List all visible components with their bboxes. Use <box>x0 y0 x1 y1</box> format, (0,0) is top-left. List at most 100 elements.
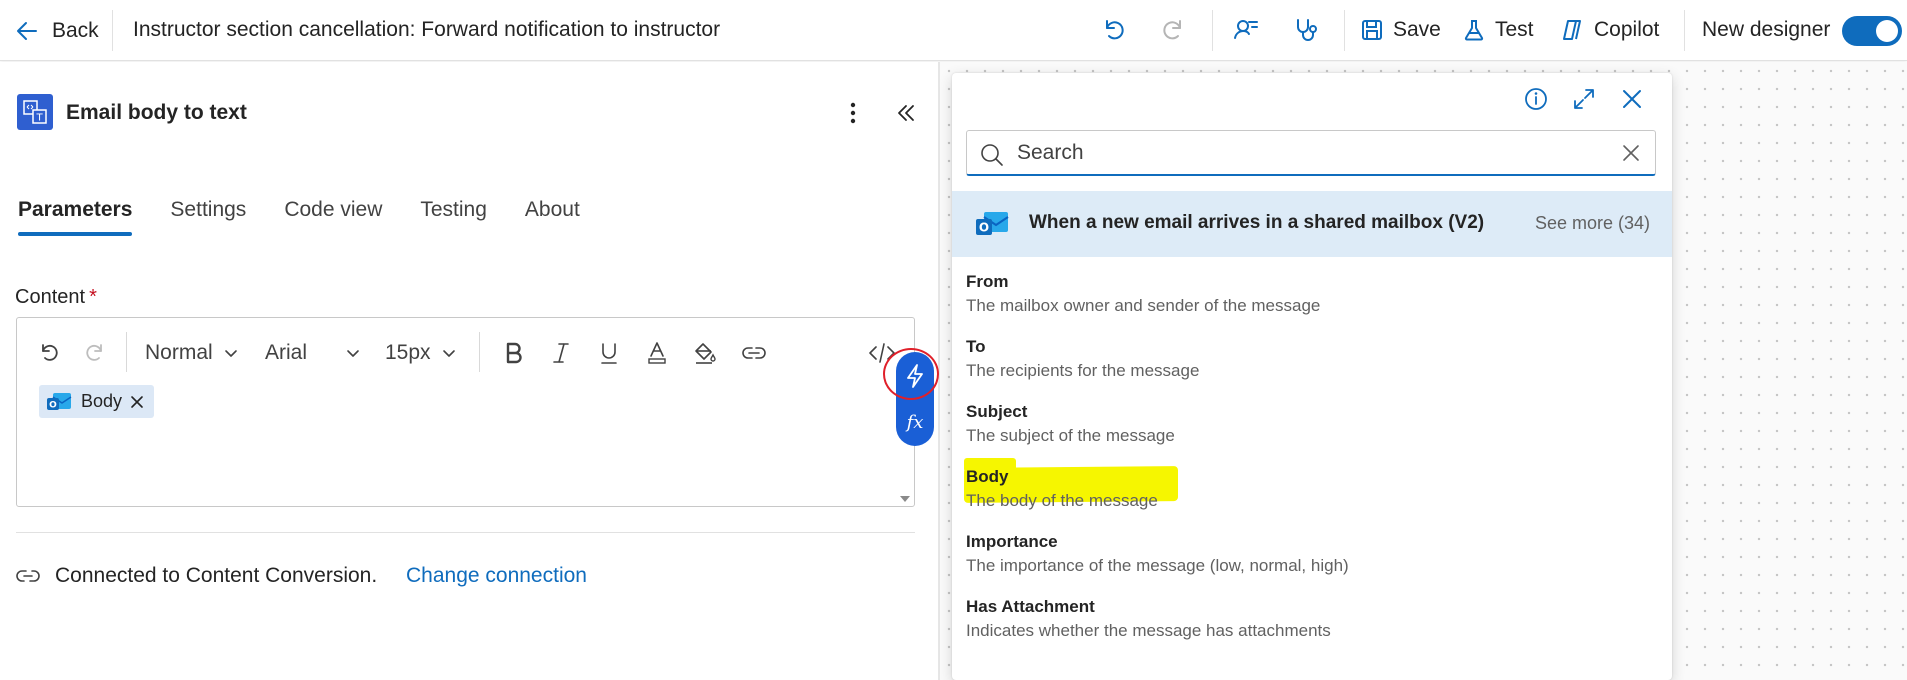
paint-bucket-icon <box>695 343 716 364</box>
search-box[interactable] <box>966 130 1656 176</box>
info-button[interactable] <box>1520 83 1552 115</box>
item-name: Importance <box>966 532 1058 551</box>
close-icon <box>1623 90 1641 108</box>
font-family-value: Arial <box>265 341 308 364</box>
expression-button[interactable]: fx <box>896 402 934 442</box>
divider <box>1684 10 1685 51</box>
item-description: The mailbox owner and sender of the mess… <box>966 296 1321 315</box>
undo-button[interactable] <box>1097 14 1129 46</box>
toggle-knob <box>1876 20 1898 42</box>
item-name: Subject <box>966 402 1028 421</box>
svg-text:T: T <box>35 113 43 124</box>
italic-button[interactable] <box>545 336 577 370</box>
link-icon <box>742 347 766 359</box>
item-name: Body <box>966 467 1009 486</box>
test-label: Test <box>1495 18 1534 41</box>
tab-parameters[interactable]: Parameters <box>18 198 133 236</box>
flow-checker-icon <box>1234 20 1258 39</box>
flask-icon <box>1464 20 1484 41</box>
save-icon <box>1362 20 1382 40</box>
close-icon <box>1623 145 1639 161</box>
redo-icon <box>1163 20 1181 40</box>
bold-button[interactable] <box>497 336 529 370</box>
toolbar-separator <box>479 332 480 372</box>
redo-button[interactable] <box>1158 14 1190 46</box>
outlook-icon: O <box>976 212 1009 235</box>
change-connection-link[interactable]: Change connection <box>406 564 587 588</box>
connection-icon <box>16 570 40 582</box>
underline-button[interactable] <box>593 336 625 370</box>
underline-icon <box>601 343 617 364</box>
search-input[interactable] <box>1017 139 1577 167</box>
dynamic-content-popup: O When a new email arrives in a shared m… <box>952 73 1672 680</box>
outlook-icon: O <box>47 392 72 410</box>
list-item-body[interactable]: Body The body of the message <box>966 463 1656 519</box>
item-description: The recipients for the message <box>966 361 1200 380</box>
content-conversion-icon: T <box>17 94 53 130</box>
expand-button[interactable] <box>1568 83 1600 115</box>
more-options-button[interactable] <box>838 98 868 128</box>
undo-icon <box>1106 20 1124 40</box>
list-item-to[interactable]: To The recipients for the message <box>966 333 1656 389</box>
list-item-subject[interactable]: Subject The subject of the message <box>966 398 1656 454</box>
tab-list: Parameters Settings Code view Testing Ab… <box>18 198 618 236</box>
required-mark: * <box>89 286 97 308</box>
insert-link-button[interactable] <box>737 336 771 370</box>
svg-text:fx: fx <box>905 412 924 433</box>
save-button[interactable]: Save <box>1360 14 1441 46</box>
token-label: Body <box>81 391 123 411</box>
tab-about[interactable]: About <box>525 198 580 236</box>
flow-checker-button[interactable] <box>1230 14 1262 46</box>
font-family-select[interactable]: Arial <box>265 336 361 370</box>
tab-code-view[interactable]: Code view <box>284 198 382 236</box>
trigger-group-header[interactable]: O When a new email arrives in a shared m… <box>952 191 1672 257</box>
close-popup-button[interactable] <box>1616 83 1648 115</box>
redo-icon <box>86 344 102 361</box>
action-details-panel: T Email body to text Parameters Settings… <box>0 62 938 680</box>
divider <box>1212 10 1213 51</box>
top-bar: Back Instructor section cancellation: Fo… <box>0 0 1907 61</box>
tab-settings[interactable]: Settings <box>170 198 246 236</box>
clear-search-button[interactable] <box>1619 141 1643 165</box>
highlight-color-button[interactable] <box>689 336 721 370</box>
item-name: To <box>966 337 986 356</box>
copilot-button[interactable]: Copilot <box>1559 14 1659 46</box>
remove-token-button[interactable] <box>130 395 144 409</box>
item-name: Has Attachment <box>966 597 1095 616</box>
list-item-importance[interactable]: Importance The importance of the message… <box>966 528 1656 584</box>
divider <box>112 10 113 51</box>
new-designer-toggle[interactable] <box>1842 16 1902 46</box>
see-more-link[interactable]: See more (34) <box>1535 213 1650 234</box>
save-label: Save <box>1393 18 1441 41</box>
double-chevron-left-icon <box>898 105 914 121</box>
copilot-icon <box>1563 20 1581 40</box>
item-name: From <box>966 272 1009 291</box>
body-token[interactable]: O Body <box>39 385 155 418</box>
info-icon <box>1525 88 1547 110</box>
copilot-label: Copilot <box>1594 18 1660 41</box>
chevron-down-icon <box>347 350 359 357</box>
item-description: The importance of the message (low, norm… <box>966 556 1349 575</box>
trigger-group-title: When a new email arrives in a shared mai… <box>1029 212 1485 233</box>
resize-handle[interactable] <box>900 496 910 502</box>
test-button[interactable]: Test <box>1462 14 1534 46</box>
toolbar-separator <box>126 332 127 372</box>
item-description: The body of the message <box>966 491 1158 510</box>
chevron-down-icon <box>442 350 455 357</box>
health-check-button[interactable] <box>1290 14 1322 46</box>
back-button[interactable]: Back <box>14 16 99 46</box>
back-label: Back <box>52 19 99 42</box>
paragraph-format-select[interactable]: Normal <box>145 336 239 370</box>
list-item-has-attachment[interactable]: Has Attachment Indicates whether the mes… <box>966 593 1656 649</box>
item-description: The subject of the message <box>966 426 1175 445</box>
bold-icon <box>506 342 522 364</box>
collapse-panel-button[interactable] <box>891 98 921 128</box>
font-size-select[interactable]: 15px <box>385 336 457 370</box>
editor-undo-button[interactable] <box>33 336 65 370</box>
content-editor[interactable]: Normal Arial 15px O Body <box>16 317 915 507</box>
tab-testing[interactable]: Testing <box>420 198 487 236</box>
list-item-from[interactable]: From The mailbox owner and sender of the… <box>966 268 1656 324</box>
font-color-button[interactable] <box>641 336 673 370</box>
editor-redo-button[interactable] <box>79 336 111 370</box>
action-title[interactable]: Email body to text <box>66 101 247 125</box>
